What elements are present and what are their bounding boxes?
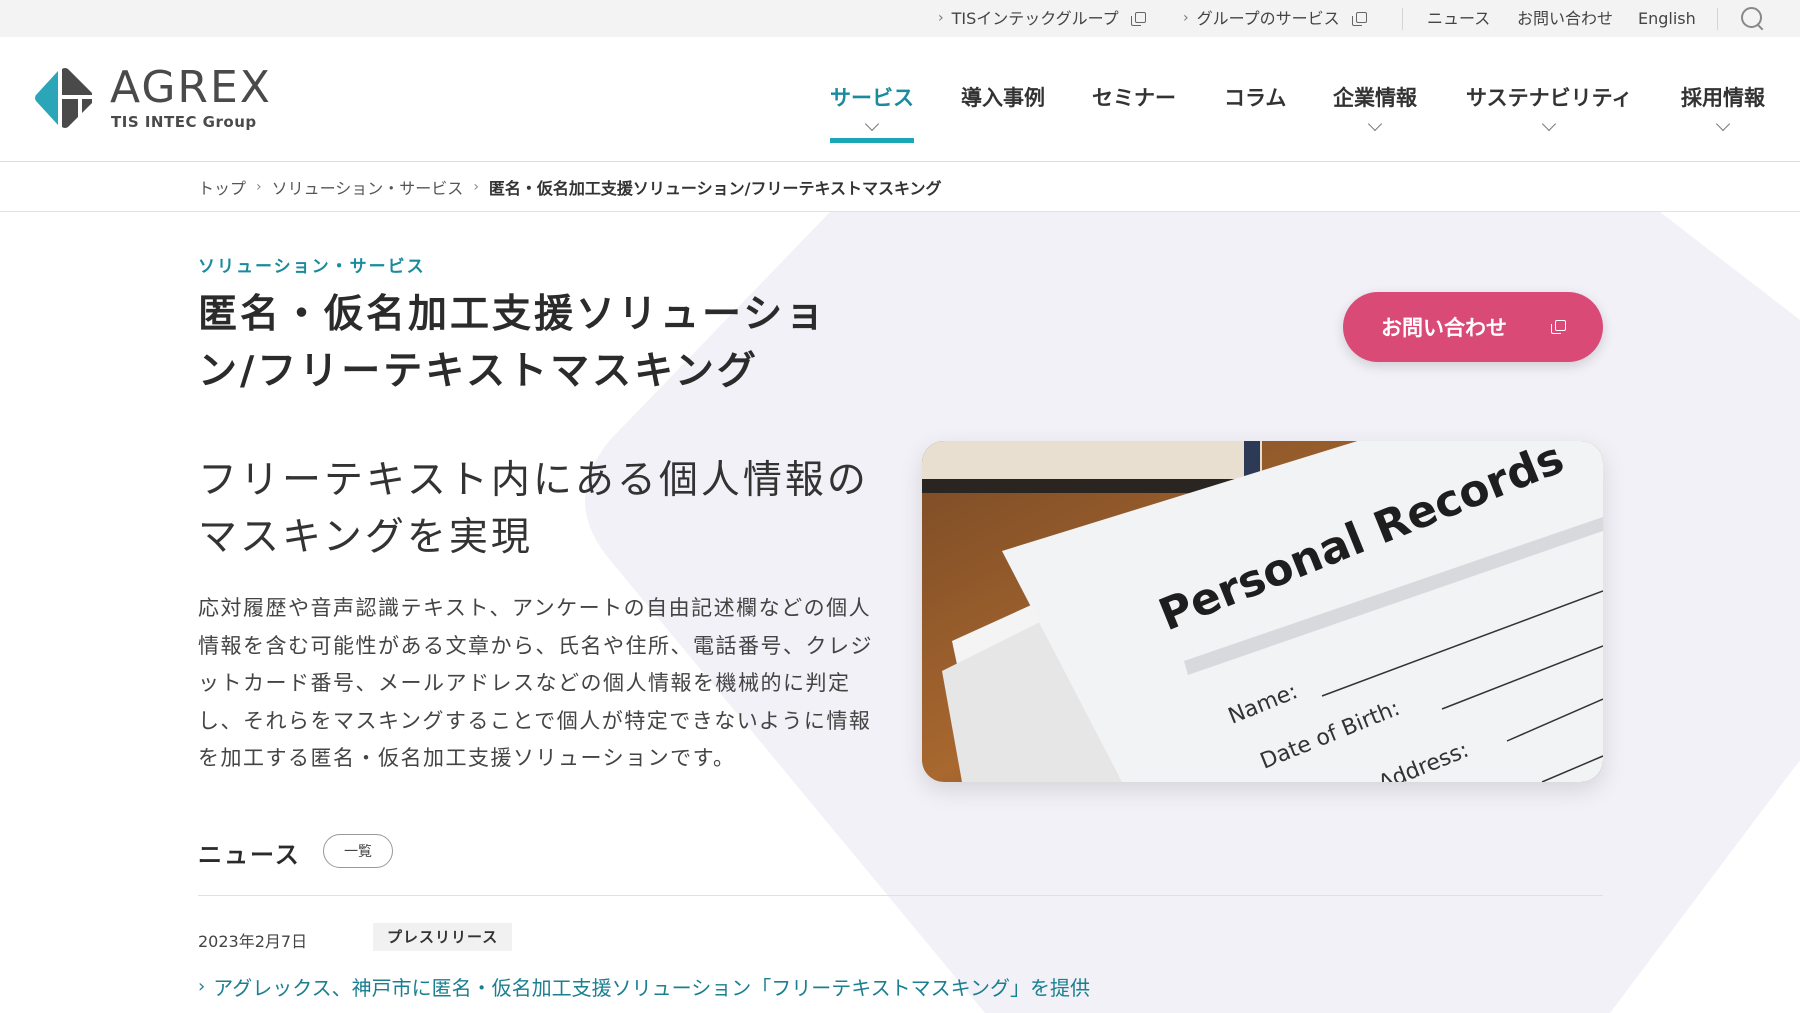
chevron-down-icon: [1715, 116, 1731, 132]
contact-button[interactable]: お問い合わせ: [1343, 292, 1603, 362]
util-link-news[interactable]: ニュース: [1427, 0, 1490, 37]
util-link-english[interactable]: English: [1638, 0, 1696, 37]
news-date: 2023年2月7日: [198, 932, 308, 951]
chevron-right-icon: ›: [256, 179, 262, 195]
main-content: ソリューション・サービス 匿名・仮名加工支援ソリューショ ン/フリーテキストマス…: [0, 212, 1800, 1013]
chevron-down-icon: [864, 116, 880, 132]
nav-case-studies[interactable]: 導入事例: [961, 82, 1045, 112]
divider: [198, 895, 1603, 896]
personal-records-illustration: Personal Records Name: Date of Birth: Ad…: [922, 441, 1603, 782]
util-link-contact[interactable]: お問い合わせ: [1517, 0, 1613, 37]
chevron-right-icon: ›: [938, 10, 944, 26]
chevron-right-icon: ›: [1183, 10, 1189, 26]
site-header: AGREX TIS INTEC Group サービス 導入事例 セミナー コラム…: [0, 37, 1800, 162]
external-link-icon: [1551, 320, 1566, 334]
nav-seminars[interactable]: セミナー: [1092, 82, 1176, 112]
chevron-right-icon: ›: [198, 976, 206, 997]
nav-columns[interactable]: コラム: [1224, 82, 1286, 112]
nav-sustainability[interactable]: サステナビリティ: [1466, 82, 1632, 112]
news-heading: ニュース: [198, 841, 301, 869]
nav-company[interactable]: 企業情報: [1333, 82, 1417, 112]
util-link-group-services[interactable]: › グループのサービス: [1183, 0, 1367, 37]
category-label: ソリューション・サービス: [198, 257, 426, 277]
search-icon[interactable]: [1741, 7, 1765, 31]
divider: [1402, 8, 1403, 30]
news-list-button[interactable]: 一覧: [323, 834, 393, 868]
divider: [1717, 8, 1718, 30]
news-item-link[interactable]: › アグレックス、神戸市に匿名・仮名加工支援ソリューション「フリーテキストマスキ…: [198, 972, 1090, 1001]
description: 応対履歴や音声認識テキスト、アンケートの自由記述欄などの個人情報を含む可能性があ…: [198, 596, 873, 770]
page-title: 匿名・仮名加工支援ソリューショ ン/フリーテキストマスキング: [198, 292, 828, 394]
external-link-icon: [1351, 11, 1367, 26]
news-tag: プレスリリース: [373, 923, 513, 951]
active-nav-indicator: [830, 138, 914, 143]
nav-services[interactable]: サービス: [830, 82, 914, 112]
lead-heading: フリーテキスト内にある個人情報の マスキングを実現: [198, 458, 869, 560]
breadcrumb-current: 匿名・仮名加工支援ソリューション/フリーテキストマスキング: [488, 179, 942, 198]
chevron-down-icon: [1367, 116, 1383, 132]
util-link-tis-intec-group[interactable]: › TISインテックグループ: [938, 0, 1146, 37]
logo-mark-icon: [35, 68, 92, 128]
breadcrumb: トップ › ソリューション・サービス › 匿名・仮名加工支援ソリューション/フリ…: [0, 162, 1800, 212]
utility-bar: › TISインテックグループ › グループのサービス ニュース お問い合わせ E…: [0, 0, 1800, 37]
external-link-icon: [1130, 11, 1146, 26]
chevron-right-icon: ›: [473, 179, 479, 195]
chevron-down-icon: [1541, 116, 1557, 132]
nav-careers[interactable]: 採用情報: [1681, 82, 1765, 112]
breadcrumb-home[interactable]: トップ: [198, 175, 246, 199]
hero-image: Personal Records Name: Date of Birth: Ad…: [922, 441, 1603, 782]
breadcrumb-solutions[interactable]: ソリューション・サービス: [272, 175, 464, 199]
logo[interactable]: AGREX TIS INTEC Group: [34, 63, 270, 133]
